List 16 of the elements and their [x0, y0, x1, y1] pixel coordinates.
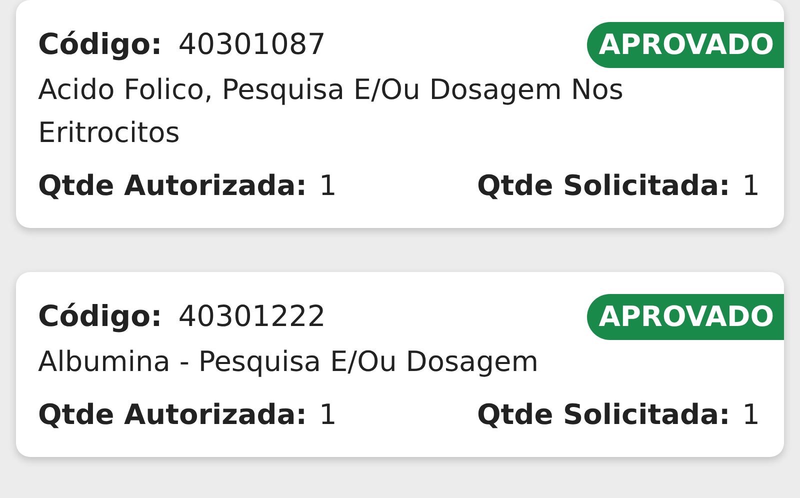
requested-value: 1 [742, 397, 760, 433]
status-badge: APROVADO [586, 22, 784, 68]
code-label: Código: [38, 298, 162, 335]
authorized-value: 1 [318, 397, 337, 433]
procedure-description: Albumina - Pesquisa E/Ou Dosagem [38, 344, 540, 380]
requested-value: 1 [742, 168, 760, 204]
requested-label: Qtde Solicitada: [476, 168, 730, 204]
status-badge: APROVADO [586, 294, 784, 340]
procedure-description: Acido Folico, Pesquisa E/Ou Dosagem Nos Eritrocitos [38, 72, 624, 151]
code-value: 40301222 [178, 298, 326, 335]
authorized-label: Qtde Autorizada: [38, 168, 307, 204]
code-value: 40301087 [178, 26, 326, 63]
authorized-value: 1 [318, 168, 337, 204]
authorized-label: Qtde Autorizada: [38, 397, 307, 433]
requested-label: Qtde Solicitada: [476, 397, 730, 433]
code-label: Código: [38, 26, 162, 63]
